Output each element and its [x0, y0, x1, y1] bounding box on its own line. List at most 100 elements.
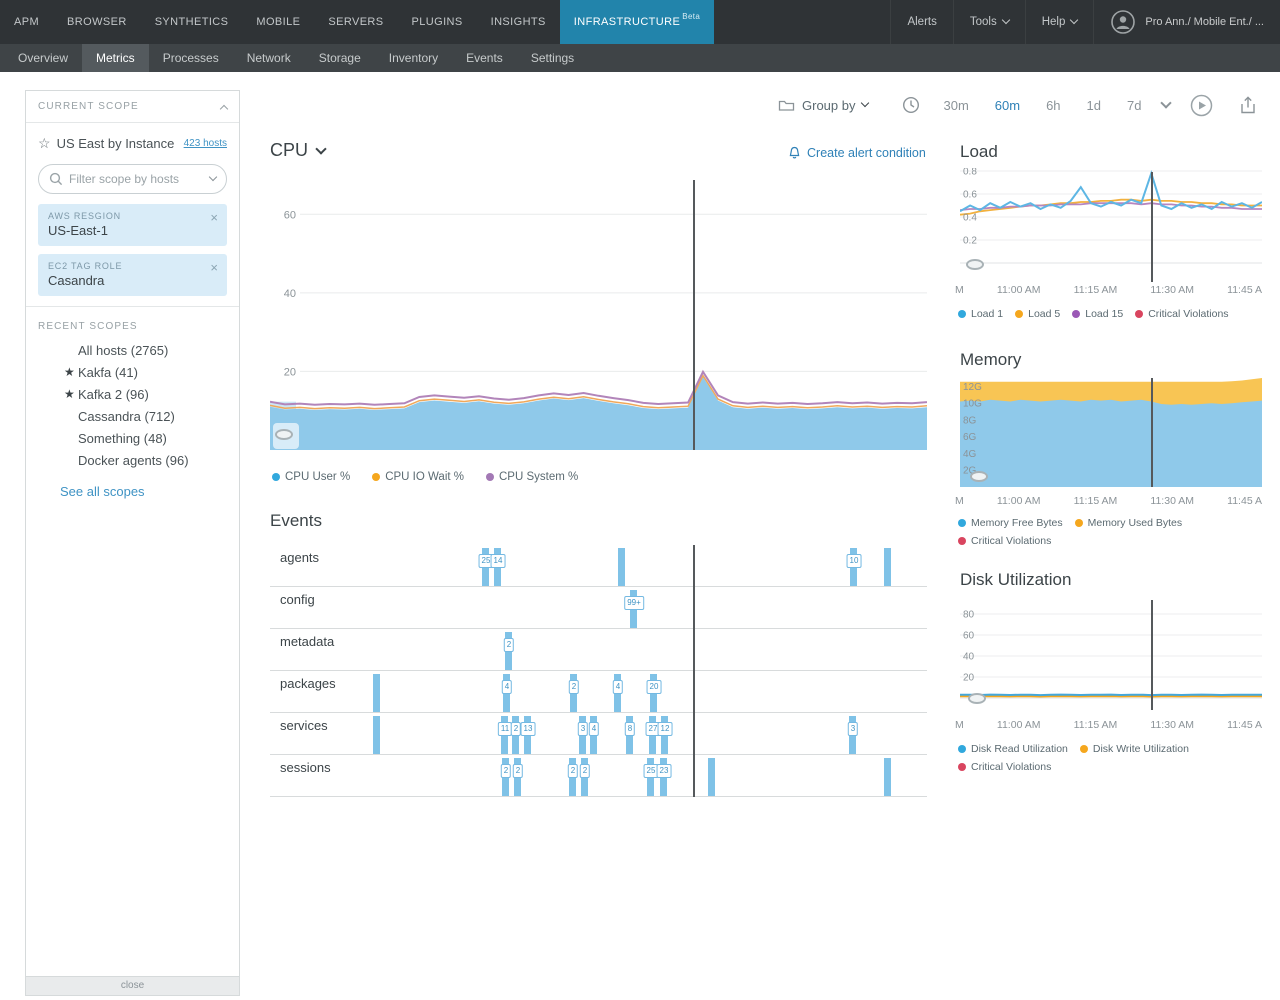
time-range-30m[interactable]: 30m [930, 98, 981, 113]
event-row-config: config99+ [270, 587, 927, 629]
eye-icon[interactable] [970, 471, 988, 482]
sidebar-close-button[interactable]: close [26, 976, 239, 995]
time-range-7d[interactable]: 7d [1114, 98, 1154, 113]
create-alert-condition-link[interactable]: Create alert condition [788, 146, 936, 160]
top-nav-item[interactable]: INSIGHTS [477, 0, 560, 44]
event-count-badge: 12 [658, 722, 673, 736]
share-export-icon[interactable] [1239, 96, 1257, 115]
sub-nav-item-network[interactable]: Network [233, 44, 305, 72]
time-cursor-line [693, 545, 695, 797]
sub-nav-item-settings[interactable]: Settings [517, 44, 588, 72]
sub-nav-item-events[interactable]: Events [452, 44, 517, 72]
cpu-chart: 204060 [270, 175, 927, 450]
chevron-up-icon[interactable] [220, 104, 228, 112]
event-mark[interactable] [373, 674, 380, 712]
scope-item-label: Kakfa (41) [78, 365, 138, 380]
sub-nav-item-storage[interactable]: Storage [305, 44, 375, 72]
top-nav-item[interactable]: APM [0, 0, 53, 44]
tools-menu[interactable]: Tools [953, 0, 1025, 44]
disk-chart: 20406080 [960, 600, 1262, 710]
legend-item[interactable]: Memory Free Bytes [958, 517, 1063, 529]
legend-item[interactable]: Disk Write Utilization [1080, 743, 1189, 755]
legend-label: CPU IO Wait % [385, 471, 464, 483]
chip-remove-icon[interactable]: × [210, 211, 218, 224]
legend-item[interactable]: Critical Violations [958, 761, 1051, 773]
scope-item-label: Docker agents (96) [78, 453, 189, 468]
event-count-badge: 4 [502, 680, 512, 694]
legend-item[interactable]: CPU IO Wait % [372, 471, 464, 483]
chip-remove-icon[interactable]: × [210, 261, 218, 274]
time-range-6h[interactable]: 6h [1033, 98, 1073, 113]
top-nav-item[interactable]: SERVERS [314, 0, 397, 44]
legend-label: Memory Used Bytes [1088, 517, 1183, 529]
legend-item[interactable]: Load 15 [1072, 308, 1123, 320]
legend-item[interactable]: Memory Used Bytes [1075, 517, 1183, 529]
legend-item[interactable]: CPU User % [272, 471, 350, 483]
sub-nav: OverviewMetricsProcessesNetworkStorageIn… [0, 44, 1280, 72]
legend-item[interactable]: Load 5 [1015, 308, 1060, 320]
event-mark[interactable] [708, 758, 715, 796]
legend-label: Critical Violations [971, 535, 1051, 547]
time-range-60m[interactable]: 60m [982, 98, 1033, 113]
play-button[interactable] [1190, 94, 1213, 117]
recent-scope-item[interactable]: Docker agents (96) [26, 450, 239, 472]
eye-icon[interactable] [966, 259, 984, 270]
chevron-down-icon [315, 143, 326, 154]
legend-item[interactable]: Disk Read Utilization [958, 743, 1068, 755]
top-nav-item[interactable]: MOBILE [242, 0, 314, 44]
sub-nav-item-processes[interactable]: Processes [149, 44, 233, 72]
chevron-down-icon[interactable] [1161, 97, 1172, 108]
axis-time-label: 11:00 AM [997, 495, 1041, 507]
recent-scope-item[interactable]: All hosts (2765) [26, 340, 239, 362]
top-nav-item[interactable]: PLUGINS [398, 0, 477, 44]
star-icon: ★ [64, 364, 75, 380]
scope-item-label: All hosts (2765) [78, 343, 168, 358]
svg-text:4G: 4G [963, 449, 977, 460]
event-mark[interactable] [884, 548, 891, 586]
recent-scope-item[interactable]: ★Kakfa (41) [26, 362, 239, 384]
event-mark[interactable] [373, 716, 380, 754]
time-range-1d[interactable]: 1d [1074, 98, 1114, 113]
cpu-chart-preview-toggle[interactable] [273, 423, 299, 449]
top-nav-item[interactable]: BROWSER [53, 0, 141, 44]
sub-nav-item-overview[interactable]: Overview [4, 44, 82, 72]
chevron-down-icon[interactable] [209, 173, 217, 181]
event-count-badge: 14 [491, 554, 506, 568]
svg-text:20: 20 [963, 673, 975, 684]
load-chart: 0.20.40.60.8 [960, 168, 1262, 282]
sub-nav-item-inventory[interactable]: Inventory [375, 44, 452, 72]
current-scope-name: US East by Instance [57, 136, 178, 151]
legend-item[interactable]: Critical Violations [1135, 308, 1228, 320]
sub-nav-item-metrics[interactable]: Metrics [82, 44, 149, 72]
event-mark[interactable] [884, 758, 891, 796]
scope-filter-input[interactable] [69, 172, 204, 186]
legend-item[interactable]: Load 1 [958, 308, 1003, 320]
scope-chips: AWS RESGIONUS-East-1×EC2 TAG ROLECasandr… [26, 204, 239, 296]
current-scope-header[interactable]: CURRENT SCOPE [26, 91, 239, 123]
recent-scope-item[interactable]: Cassandra (712) [26, 406, 239, 428]
event-mark[interactable] [618, 548, 625, 586]
legend-dot [1072, 310, 1080, 318]
cpu-section-title[interactable]: CPU [270, 140, 325, 161]
cpu-legend: CPU User % CPU IO Wait % CPU System % [272, 471, 772, 483]
see-all-scopes-link[interactable]: See all scopes [60, 484, 239, 499]
group-by-dropdown[interactable]: Group by [778, 98, 868, 113]
group-by-label: Group by [802, 98, 855, 113]
eye-icon[interactable] [968, 693, 986, 704]
event-count-badge: 13 [521, 722, 536, 736]
legend-item[interactable]: Critical Violations [958, 535, 1051, 547]
legend-label: Critical Violations [971, 761, 1051, 773]
help-menu[interactable]: Help [1025, 0, 1094, 44]
alerts-menu[interactable]: Alerts [890, 0, 952, 44]
recent-scope-item[interactable]: ★Kafka 2 (96) [26, 384, 239, 406]
events-timeline: agents251410config99+metadata2packages42… [270, 545, 927, 797]
axis-time-label: 11:45 A [1227, 495, 1262, 507]
account-menu[interactable]: Pro Ann./ Mobile Ent./ ... [1093, 0, 1280, 44]
legend-label: Critical Violations [1148, 308, 1228, 320]
hosts-count-link[interactable]: 423 hosts [184, 138, 227, 149]
star-outline-icon[interactable]: ☆ [38, 135, 51, 152]
recent-scope-item[interactable]: Something (48) [26, 428, 239, 450]
legend-item[interactable]: CPU System % [486, 471, 578, 483]
top-nav-item-active[interactable]: INFRASTRUCTUREBeta [560, 0, 715, 44]
top-nav-item[interactable]: SYNTHETICS [141, 0, 243, 44]
